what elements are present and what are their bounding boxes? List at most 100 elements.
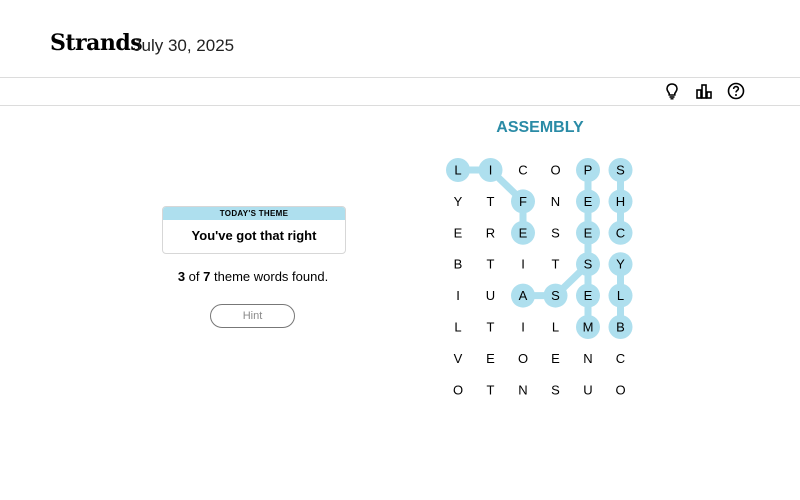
letter-cell[interactable]: C	[518, 163, 527, 178]
cell-letter: E	[486, 351, 495, 366]
letter-cell[interactable]: I	[456, 288, 460, 303]
cell-letter: U	[583, 382, 592, 397]
letter-cell[interactable]: C	[608, 220, 633, 245]
cell-letter: Y	[454, 194, 463, 209]
progress-text: 3 of 7 theme words found.	[162, 269, 344, 284]
cell-letter: H	[616, 194, 625, 209]
letter-cell[interactable]: N	[583, 351, 592, 366]
letter-cell[interactable]: O	[615, 382, 625, 397]
cell-letter: S	[551, 382, 560, 397]
letter-cell[interactable]: N	[518, 382, 527, 397]
cell-letter: T	[552, 257, 560, 272]
letter-cell[interactable]: I	[521, 320, 525, 335]
lightbulb-icon[interactable]	[663, 82, 681, 100]
letter-cell[interactable]: T	[487, 382, 495, 397]
letter-cell[interactable]: L	[454, 320, 461, 335]
cell-letter: V	[454, 351, 463, 366]
letter-cell[interactable]: V	[454, 351, 463, 366]
letter-cell[interactable]: T	[487, 194, 495, 209]
header: Strands July 30, 2025	[0, 0, 800, 78]
letter-cell[interactable]: O	[453, 382, 463, 397]
cell-letter: E	[584, 288, 593, 303]
letter-cell[interactable]: H	[608, 189, 633, 214]
letter-cell[interactable]: I	[521, 257, 525, 272]
cell-letter: S	[584, 257, 593, 272]
cell-letter: E	[454, 225, 463, 240]
letter-cell[interactable]: S	[608, 158, 633, 182]
letter-cell[interactable]: T	[487, 257, 495, 272]
letter-cell[interactable]: F	[511, 189, 535, 214]
cell-letter: C	[616, 351, 625, 366]
found-word-display: ASSEMBLY	[496, 119, 584, 136]
letter-cell[interactable]: E	[511, 220, 535, 245]
cell-letter: I	[456, 288, 460, 303]
letter-cell[interactable]: A	[511, 283, 535, 308]
letter-cell[interactable]: R	[486, 225, 495, 240]
letter-cell[interactable]: Y	[608, 252, 633, 277]
cell-letter: S	[551, 225, 560, 240]
letter-cell[interactable]: E	[486, 351, 495, 366]
cell-letter: A	[519, 288, 528, 303]
letter-grid: L I C O P S Y T F N E H E R E S E C B T I T S Y I U A S E L L T I L M B V E O E…	[446, 158, 633, 397]
cell-letter: P	[584, 163, 593, 178]
letter-cell[interactable]: O	[550, 163, 560, 178]
cell-letter: O	[453, 382, 463, 397]
letter-cell[interactable]: L	[552, 320, 559, 335]
cell-letter: I	[521, 257, 525, 272]
cell-letter: T	[487, 194, 495, 209]
letter-cell[interactable]: S	[551, 225, 560, 240]
letter-cell[interactable]: L	[446, 158, 470, 182]
toolbar	[0, 78, 800, 106]
letter-cell[interactable]: B	[454, 257, 463, 272]
total-count: 7	[203, 269, 211, 284]
help-icon[interactable]	[727, 82, 745, 100]
letter-cell[interactable]: S	[543, 283, 568, 308]
theme-text: You've got that right	[191, 228, 317, 243]
cell-letter: T	[487, 257, 495, 272]
cell-letter: I	[489, 163, 493, 178]
cell-letter: O	[615, 382, 625, 397]
cell-letter: O	[518, 351, 528, 366]
hint-button[interactable]: Hint	[210, 304, 295, 328]
letter-cell[interactable]: E	[551, 351, 560, 366]
letter-cell[interactable]: M	[576, 315, 600, 339]
progress-suffix: theme words found.	[214, 269, 329, 284]
letter-cell[interactable]: P	[576, 158, 600, 182]
letter-cell[interactable]: S	[551, 382, 560, 397]
cell-letter: E	[584, 225, 593, 240]
letter-cell[interactable]: C	[616, 351, 625, 366]
stats-icon[interactable]	[695, 82, 713, 100]
letter-cell[interactable]: E	[576, 220, 600, 245]
letter-cell[interactable]: O	[518, 351, 528, 366]
letter-cell[interactable]: E	[576, 189, 600, 214]
letter-cell[interactable]: U	[486, 288, 495, 303]
theme-heading: TODAY'S THEME	[163, 207, 345, 220]
cell-letter: Y	[616, 257, 625, 272]
theme-card: TODAY'S THEME You've got that right	[162, 206, 346, 254]
letter-cell[interactable]: U	[583, 382, 592, 397]
cell-letter: F	[519, 194, 527, 209]
cell-letter: S	[551, 288, 560, 303]
letter-cell[interactable]: I	[478, 158, 503, 182]
cell-letter: L	[454, 320, 461, 335]
cell-letter: N	[551, 194, 560, 209]
letter-cell[interactable]: L	[608, 283, 633, 308]
letter-cell[interactable]: E	[454, 225, 463, 240]
cell-letter: U	[486, 288, 495, 303]
cell-letter: L	[552, 320, 559, 335]
cell-letter: E	[584, 194, 593, 209]
cell-letter: N	[583, 351, 592, 366]
letter-cell[interactable]: N	[551, 194, 560, 209]
letter-cell[interactable]: T	[487, 320, 495, 335]
letter-cell[interactable]: B	[608, 315, 633, 339]
letter-cell[interactable]: E	[576, 283, 600, 308]
letter-cell[interactable]: Y	[454, 194, 463, 209]
cell-letter: E	[551, 351, 560, 366]
letter-cell[interactable]: S	[576, 252, 600, 277]
cell-letter: B	[454, 257, 463, 272]
puzzle-date: July 30, 2025	[133, 36, 235, 55]
cell-letter: S	[616, 163, 625, 178]
letter-cell[interactable]: T	[552, 257, 560, 272]
cell-letter: T	[487, 320, 495, 335]
cell-letter: L	[454, 163, 461, 178]
